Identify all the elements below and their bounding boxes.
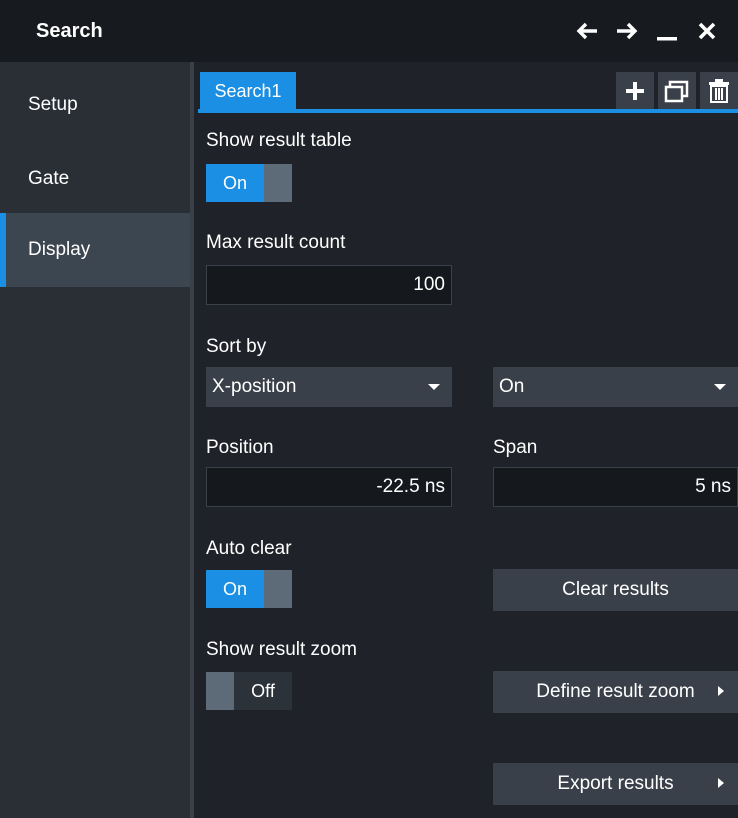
max-result-count-field[interactable]: 100 <box>206 265 452 305</box>
title-bar: Search <box>0 0 738 62</box>
define-result-zoom-button[interactable]: Define result zoom <box>493 671 738 713</box>
auto-clear-toggle[interactable]: On <box>206 570 292 608</box>
sidebar-item-label: Setup <box>28 94 78 115</box>
tab-strip: Search1 <box>198 70 738 112</box>
toggle-state: Off <box>234 672 292 710</box>
close-icon[interactable] <box>694 18 720 44</box>
show-result-zoom-toggle[interactable]: Off <box>206 672 292 710</box>
define-result-zoom-label: Define result zoom <box>536 681 695 702</box>
sidebar-item-label: Gate <box>28 168 70 189</box>
sidebar: Setup Gate Display <box>0 62 190 818</box>
max-result-count-label: Max result count <box>206 232 346 253</box>
tab-actions <box>616 72 738 110</box>
toggle-state: On <box>206 164 264 202</box>
show-result-table-toggle[interactable]: On <box>206 164 292 202</box>
window-title: Search <box>36 20 103 42</box>
chevron-down-icon <box>428 384 440 390</box>
copy-icon[interactable] <box>658 72 696 110</box>
chevron-right-icon <box>718 778 724 788</box>
sort-by-value: X-position <box>212 376 297 397</box>
span-label: Span <box>493 437 538 458</box>
auto-clear-label: Auto clear <box>206 538 292 559</box>
toggle-knob <box>264 164 292 202</box>
sidebar-item-gate[interactable]: Gate <box>0 142 190 216</box>
arrow-left-icon[interactable] <box>574 18 600 44</box>
toggle-knob <box>264 570 292 608</box>
span-field[interactable]: 5 ns <box>493 467 738 507</box>
export-results-label: Export results <box>557 773 674 794</box>
minimize-icon[interactable] <box>654 18 680 44</box>
position-field[interactable]: -22.5 ns <box>206 467 452 507</box>
toggle-state: On <box>206 570 264 608</box>
sort-by-select[interactable]: X-position <box>206 367 452 407</box>
delete-icon[interactable] <box>700 72 738 110</box>
tab-search1[interactable]: Search1 <box>200 72 296 110</box>
panel-divider[interactable] <box>190 62 194 818</box>
chevron-down-icon <box>714 384 726 390</box>
export-results-button[interactable]: Export results <box>493 763 738 805</box>
sort-order-select[interactable]: On <box>493 367 738 407</box>
add-icon[interactable] <box>616 72 654 110</box>
sort-order-value: On <box>499 376 525 397</box>
sidebar-item-setup[interactable]: Setup <box>0 68 190 142</box>
sidebar-item-display[interactable]: Display <box>0 213 190 287</box>
position-label: Position <box>206 437 274 458</box>
arrow-right-icon[interactable] <box>614 18 640 44</box>
toggle-knob <box>206 672 234 710</box>
sort-by-label: Sort by <box>206 336 267 357</box>
sidebar-item-label: Display <box>28 239 91 260</box>
chevron-right-icon <box>718 686 724 696</box>
tab-underline <box>198 109 738 113</box>
window-controls <box>574 16 720 46</box>
show-result-table-label: Show result table <box>206 130 352 151</box>
show-result-zoom-label: Show result zoom <box>206 639 358 660</box>
clear-results-button[interactable]: Clear results <box>493 569 738 611</box>
active-indicator <box>0 213 6 287</box>
